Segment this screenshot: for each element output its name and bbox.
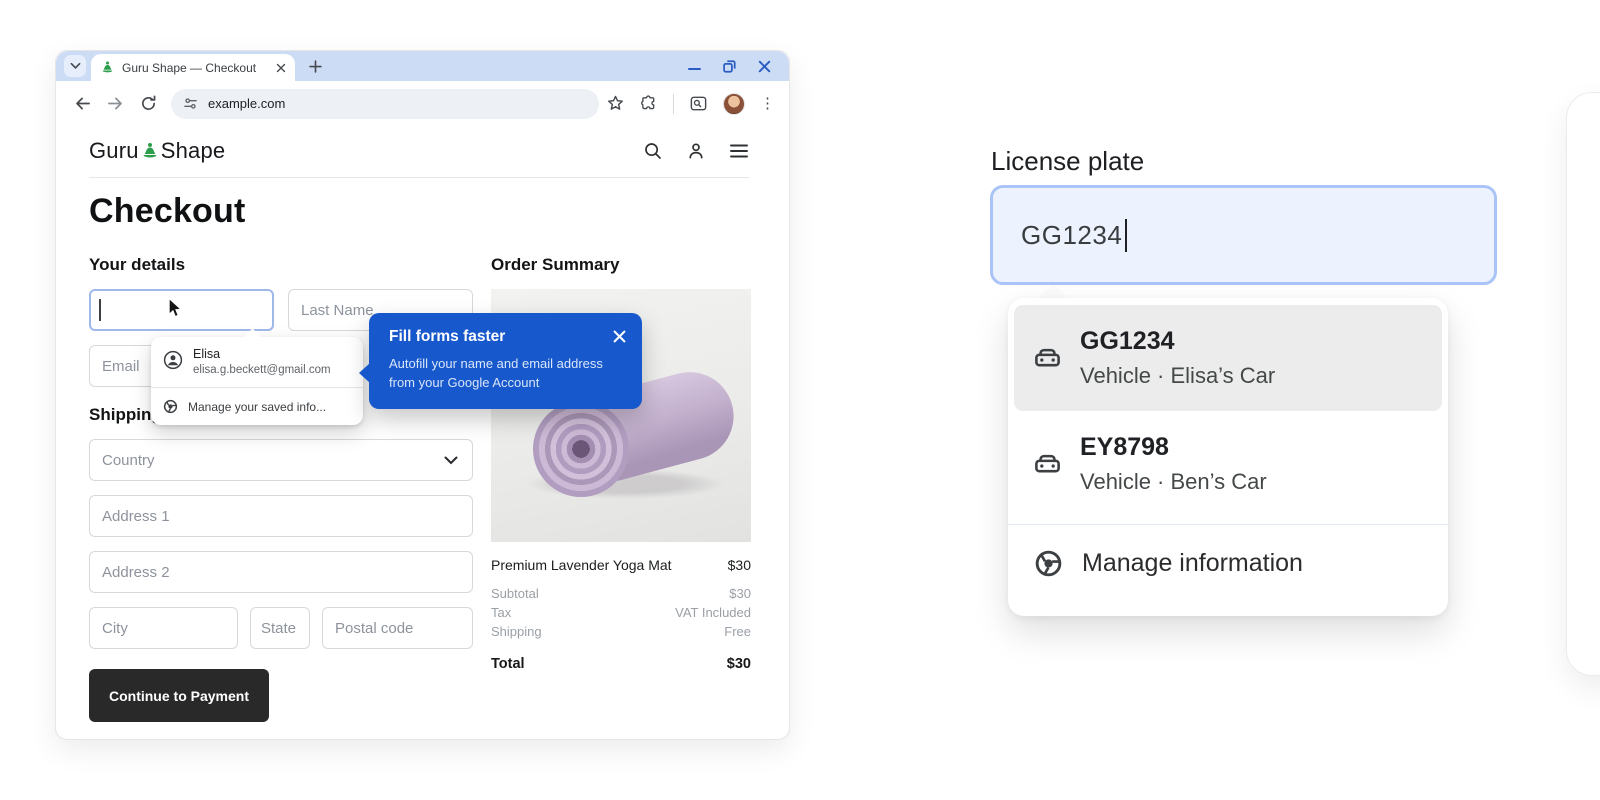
autofill-popup: Elisa elisa.g.beckett@gmail.com Manage y… xyxy=(151,337,363,425)
bookmark-star-icon[interactable] xyxy=(606,94,625,113)
autofill-email: elisa.g.beckett@gmail.com xyxy=(193,364,331,376)
subtotal-label: Subtotal xyxy=(491,584,539,603)
forward-button[interactable] xyxy=(107,95,124,112)
address2-input[interactable] xyxy=(89,551,473,593)
url-text: example.com xyxy=(208,96,285,111)
fill-forms-faster-tooltip: Fill forms faster Autofill your name and… xyxy=(369,313,642,409)
browser-toolbar: example.com ⋮ xyxy=(56,81,789,126)
product-price: $30 xyxy=(728,557,751,573)
address-bar[interactable]: example.com xyxy=(171,89,599,119)
order-summary-column: Order Summary Premium Lavender Yoga Mat … xyxy=(491,231,751,722)
guru-shape-logo[interactable]: Guru Shape xyxy=(89,138,225,164)
suggestion-vehicle-gg1234[interactable]: GG1234 Vehicle · Elisa’s Car xyxy=(1014,305,1442,411)
address1-input[interactable] xyxy=(89,495,473,537)
text-caret xyxy=(1125,219,1127,252)
chevron-down-icon xyxy=(70,62,81,70)
tax-value: VAT Included xyxy=(675,603,751,622)
hamburger-menu-icon[interactable] xyxy=(729,143,749,159)
license-plate-input[interactable]: GG1234 xyxy=(990,185,1497,285)
minimize-button[interactable] xyxy=(688,68,701,70)
tab-strip: Guru Shape — Checkout xyxy=(56,51,789,81)
profile-avatar[interactable] xyxy=(723,93,745,115)
suggestion-vehicle-ey8798[interactable]: EY8798 Vehicle · Ben’s Car xyxy=(1014,411,1442,517)
page-title: Checkout xyxy=(89,192,749,231)
total-label: Total xyxy=(491,656,525,672)
site-header: Guru Shape xyxy=(89,138,749,178)
mouse-cursor-icon xyxy=(168,298,183,319)
tooltip-body: Autofill your name and email address fro… xyxy=(389,355,617,392)
extensions-puzzle-icon[interactable] xyxy=(640,95,658,113)
total-value: $30 xyxy=(727,656,751,672)
car-icon xyxy=(1032,343,1063,374)
tab-title: Guru Shape — Checkout xyxy=(122,61,276,75)
postal-code-input[interactable] xyxy=(322,607,473,649)
suggestion-title: EY8798 xyxy=(1080,433,1267,462)
license-plate-label: License plate xyxy=(991,146,1144,177)
mat-spiral-end xyxy=(533,401,629,497)
country-select[interactable]: Country xyxy=(89,439,473,481)
side-panel-search-icon[interactable] xyxy=(689,94,708,113)
tax-label: Tax xyxy=(491,603,511,622)
search-icon[interactable] xyxy=(643,141,663,161)
country-placeholder: Country xyxy=(102,452,444,469)
chevron-down-icon xyxy=(444,456,458,465)
manage-saved-info-item[interactable]: Manage your saved info... xyxy=(151,388,363,425)
license-suggestions-card: GG1234 Vehicle · Elisa’s Car EY8798 Vehi… xyxy=(1008,298,1448,616)
city-input[interactable] xyxy=(89,607,238,649)
chrome-logo-icon xyxy=(1034,549,1063,578)
shipping-row: Shipping Free xyxy=(491,622,751,641)
browser-menu-kebab-icon[interactable]: ⋮ xyxy=(760,96,775,111)
order-summary-heading: Order Summary xyxy=(491,255,751,275)
window-controls xyxy=(688,60,771,73)
manage-information-item[interactable]: Manage information xyxy=(1014,525,1442,578)
toolbar-divider xyxy=(673,94,674,114)
partial-card-right-edge xyxy=(1566,92,1600,676)
account-icon[interactable] xyxy=(686,141,706,161)
suggestion-subtitle: Vehicle · Ben’s Car xyxy=(1080,469,1267,495)
shipping-label: Shipping xyxy=(491,622,542,641)
manage-information-label: Manage information xyxy=(1082,549,1303,578)
tooltip-title: Fill forms faster xyxy=(389,328,505,346)
tooltip-close-icon[interactable] xyxy=(613,330,626,343)
reload-button[interactable] xyxy=(140,95,157,112)
car-icon xyxy=(1032,449,1063,480)
checkout-page: Guru Shape xyxy=(56,138,789,753)
subtotal-row: Subtotal $30 xyxy=(491,584,751,603)
restore-window-button[interactable] xyxy=(723,60,736,73)
product-name: Premium Lavender Yoga Mat xyxy=(491,557,672,573)
tab-search-chevron-button[interactable] xyxy=(64,55,86,77)
continue-to-payment-button[interactable]: Continue to Payment xyxy=(89,669,269,722)
close-window-button[interactable] xyxy=(758,60,771,73)
site-header-icons xyxy=(643,141,749,161)
logo-text-guru: Guru xyxy=(89,138,139,164)
browser-window: Guru Shape — Checkout exa xyxy=(55,50,790,740)
autofill-suggestion-elisa[interactable]: Elisa elisa.g.beckett@gmail.com xyxy=(151,337,363,387)
new-tab-button[interactable] xyxy=(309,60,322,73)
logo-text-shape: Shape xyxy=(161,138,226,164)
tax-row: Tax VAT Included xyxy=(491,603,751,622)
yoga-person-icon xyxy=(140,141,160,161)
back-button[interactable] xyxy=(74,95,91,112)
product-row: Premium Lavender Yoga Mat $30 xyxy=(491,557,751,573)
shipping-value: Free xyxy=(724,622,751,641)
autofill-name: Elisa xyxy=(193,347,331,361)
total-row: Total $30 xyxy=(491,656,751,672)
suggestion-title: GG1234 xyxy=(1080,327,1275,356)
manage-saved-info-label: Manage your saved info... xyxy=(188,400,326,414)
browser-tab[interactable]: Guru Shape — Checkout xyxy=(91,54,295,81)
toolbar-actions: ⋮ xyxy=(606,93,775,115)
text-caret xyxy=(99,299,101,321)
details-column: Your details Shipping Country xyxy=(89,231,473,722)
account-circle-icon xyxy=(163,350,183,370)
site-settings-tune-icon[interactable] xyxy=(183,96,198,111)
tab-close-icon[interactable] xyxy=(276,63,286,73)
subtotal-value: $30 xyxy=(729,584,751,603)
chrome-logo-icon xyxy=(163,399,178,414)
details-heading: Your details xyxy=(89,255,473,275)
guru-shape-favicon-icon xyxy=(100,60,115,75)
state-input[interactable] xyxy=(250,607,310,649)
suggestion-subtitle: Vehicle · Elisa’s Car xyxy=(1080,363,1275,389)
license-plate-value: GG1234 xyxy=(1021,220,1122,251)
